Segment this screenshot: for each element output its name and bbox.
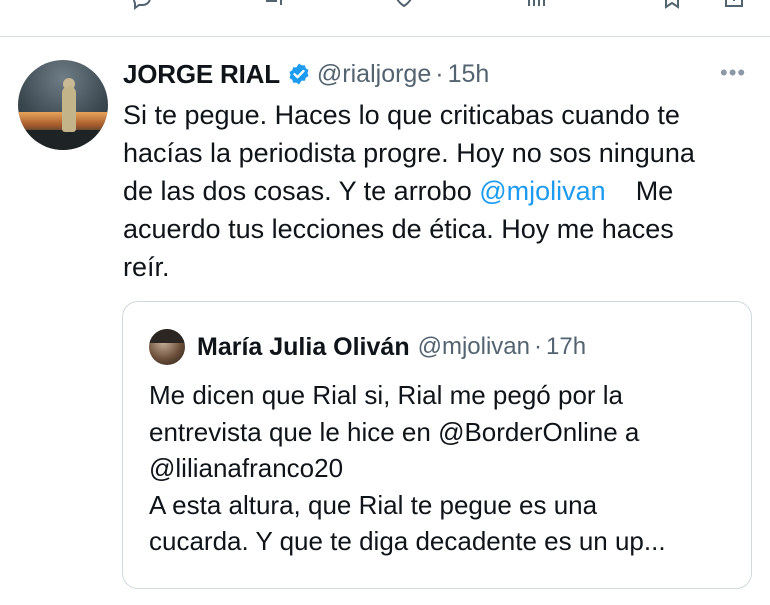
previous-tweet-action-bar [0, 0, 770, 14]
bookmark-icon[interactable] [660, 0, 684, 10]
quoted-author-handle[interactable]: @mjolivan [418, 333, 530, 361]
like-icon[interactable] [392, 0, 416, 10]
quoted-author-name[interactable]: María Julia Oliván [197, 333, 410, 362]
mention-link[interactable]: @mjolivan [479, 176, 605, 206]
tweet-divider [0, 36, 770, 37]
quoted-header-separator: · [534, 333, 542, 360]
quoted-tweet-header: María Julia Oliván @mjolivan · 17h [197, 328, 586, 366]
verified-badge-icon [289, 63, 309, 85]
tweet-timestamp[interactable]: 15h [448, 60, 490, 89]
tweet-text-line: hacías la periodista progre. Hoy no sos … [123, 138, 695, 168]
quoted-text-line: Me dicen que Rial si, Rial me pegó por l… [149, 380, 624, 410]
quoted-tweet[interactable]: María Julia Oliván @mjolivan · 17h Me di… [122, 301, 752, 589]
avatar-figure [62, 86, 76, 132]
tweet-text-segment: de las dos cosas. Y te arrobo [123, 176, 480, 206]
tweet-text-line: de las dos cosas. Y te arrobo @mjolivan … [123, 172, 748, 210]
quoted-tweet-text: Me dicen que Rial si, Rial me pegó por l… [149, 377, 739, 560]
quoted-tweet-timestamp[interactable]: 17h [546, 333, 586, 361]
quoted-author-avatar[interactable] [149, 329, 185, 365]
tweet-text-line: reír. [123, 252, 170, 282]
tweet-text: Si te pegue. Haces lo que criticabas cua… [123, 96, 748, 286]
more-icon[interactable]: ••• [720, 60, 746, 86]
author-name[interactable]: JORGE RIAL [123, 59, 280, 90]
reply-icon[interactable] [130, 0, 154, 10]
author-handle[interactable]: @rialjorge [317, 60, 431, 89]
views-icon[interactable] [524, 0, 548, 10]
header-separator: · [435, 59, 444, 88]
author-avatar[interactable] [18, 60, 108, 150]
avatar-hair [149, 329, 185, 343]
quoted-text-line: cucarda. Y que te diga decadente es un u… [149, 526, 666, 556]
share-icon[interactable] [722, 0, 746, 10]
tweet-header: JORGE RIAL @rialjorge · 15h [123, 57, 489, 91]
avatar-ground [18, 130, 108, 150]
tweet-text-line: acuerdo tus lecciones de ética. Hoy me h… [123, 214, 674, 244]
quoted-text-line: entrevista que le hice en @BorderOnline … [149, 416, 640, 447]
quoted-text-line: @lilianafranco20 [149, 453, 344, 483]
retweet-icon[interactable] [262, 0, 286, 10]
tweet-text-line: Si te pegue. Haces lo que criticabas cua… [123, 100, 680, 130]
quoted-text-line: A esta altura, que Rial te pegue es una [149, 489, 598, 520]
tweet-text-segment: Me [605, 176, 674, 206]
